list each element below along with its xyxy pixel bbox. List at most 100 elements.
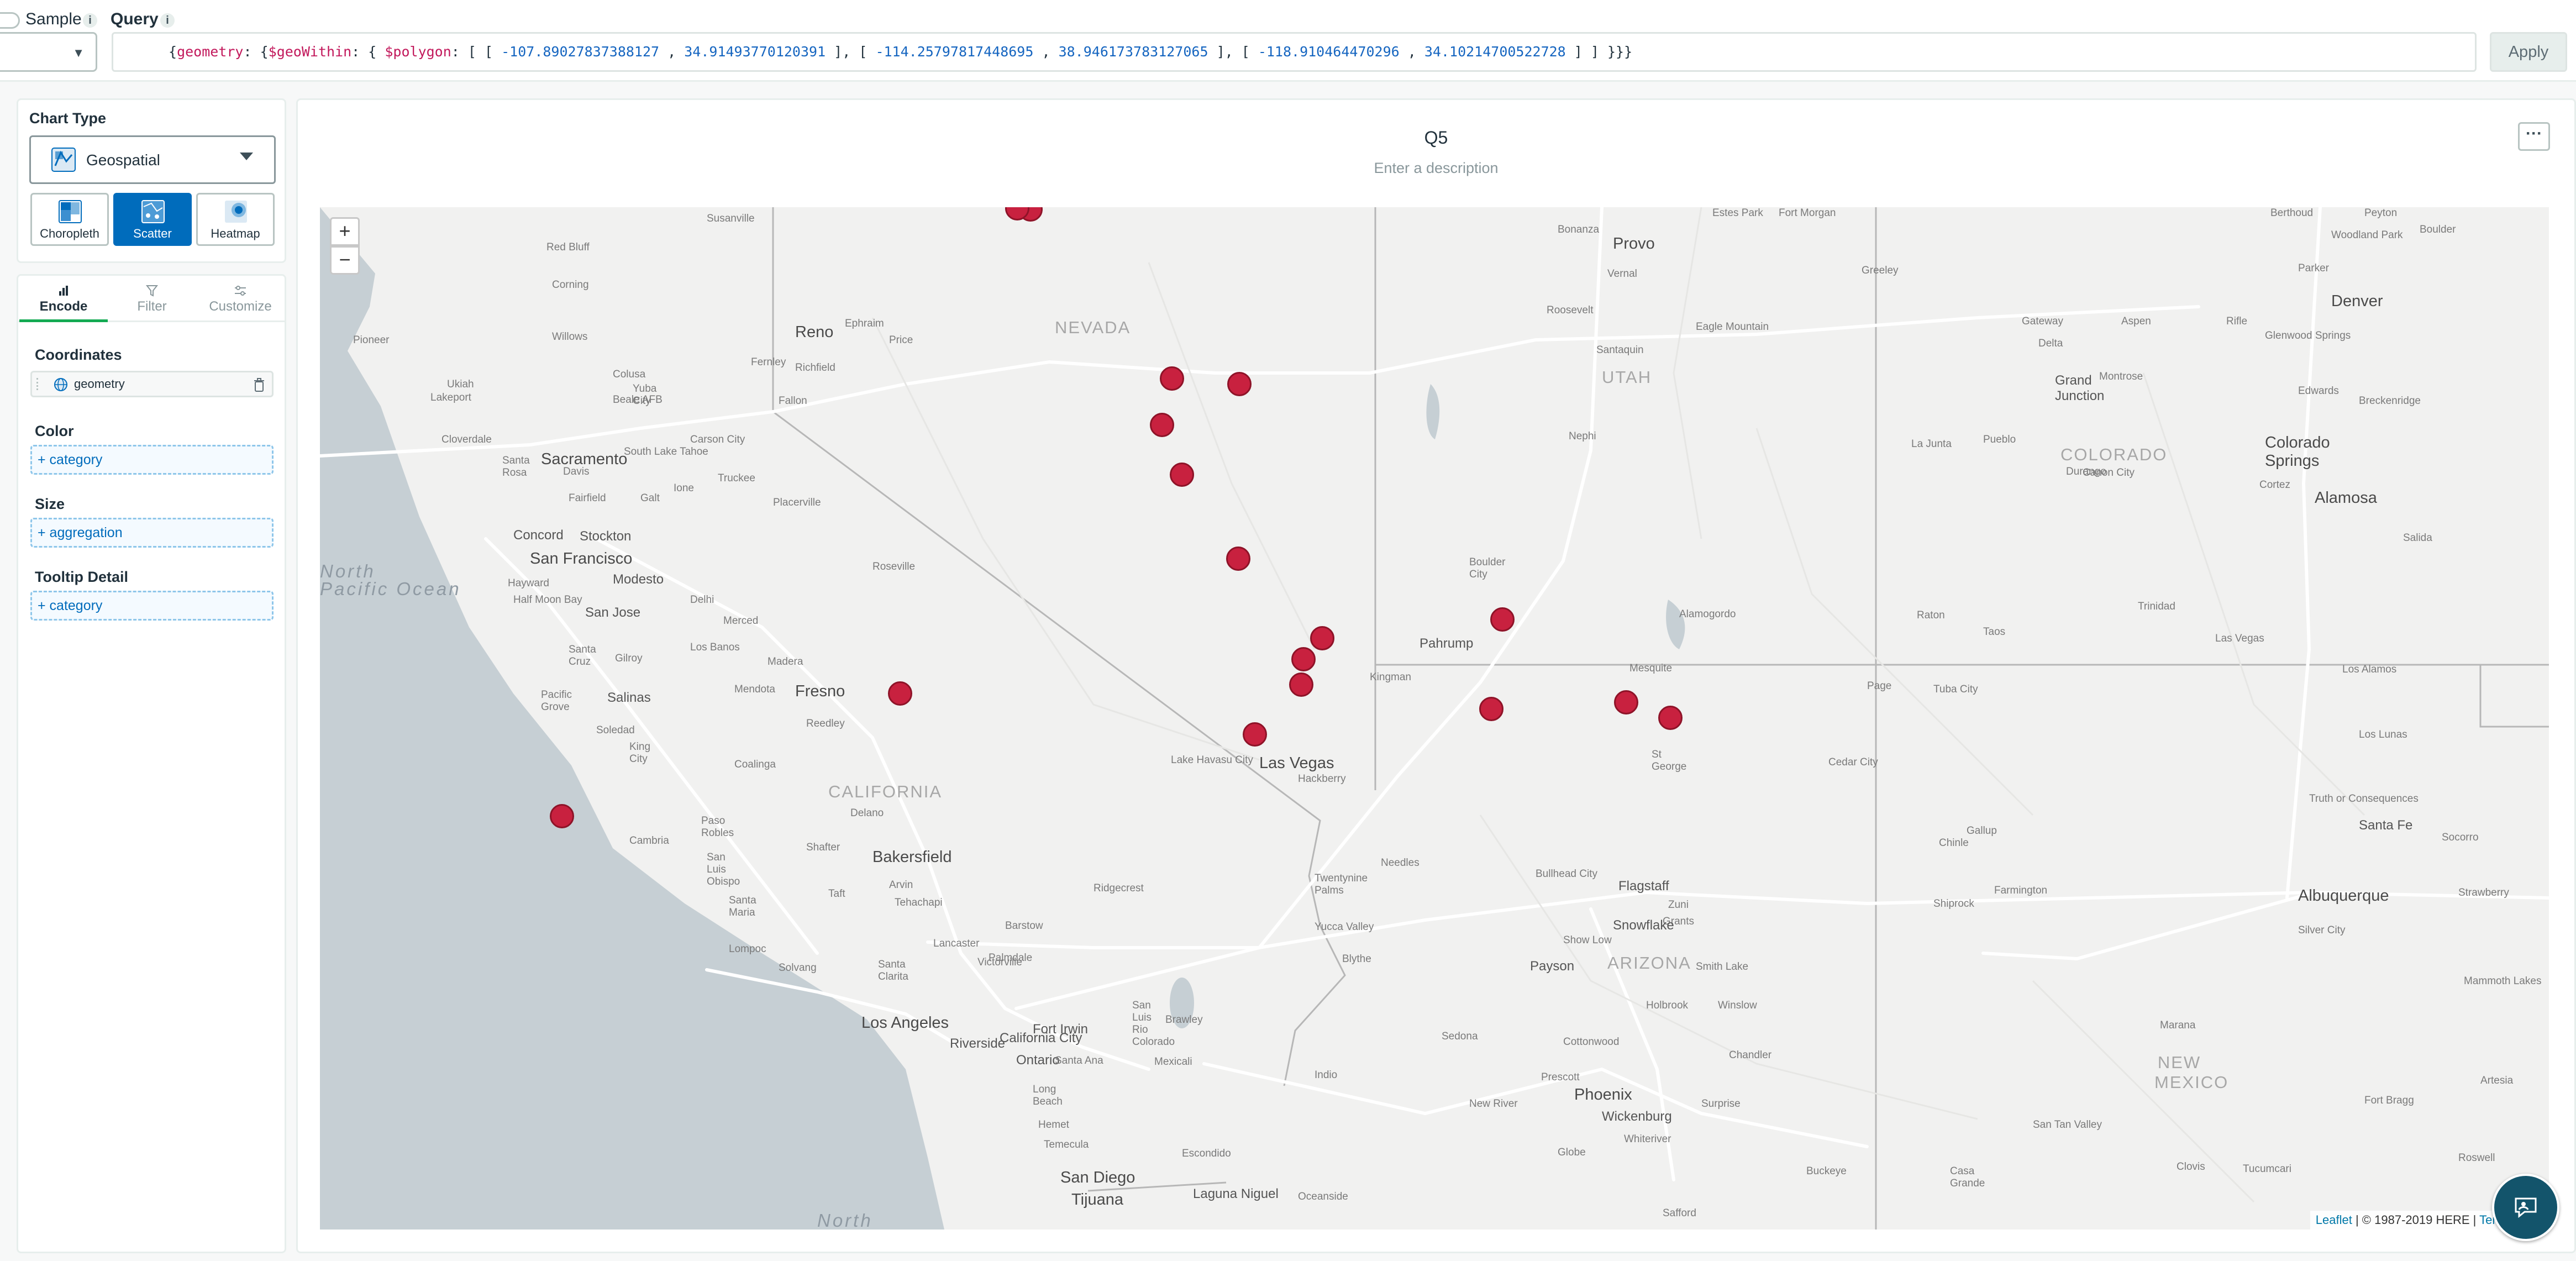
map-label-town: Santa Rosa [502,455,530,479]
map-marker[interactable] [1243,722,1267,747]
map-label-city: Colorado Springs [2265,434,2330,470]
map-label-town: Las Vegas [2215,633,2264,644]
map-label-town: Galt [640,492,660,504]
info-icon[interactable]: i [160,13,175,28]
subtype-choropleth-button[interactable]: Choropleth [30,193,109,246]
map-label-town: Brawley [1165,1014,1203,1026]
map-label-town: Glenwood Springs [2265,330,2351,341]
chart-type-title: Chart Type [29,110,107,127]
collection-select[interactable]: ▼ [0,32,97,72]
attribution-text: | © 1987-2019 HERE | [2352,1213,2480,1227]
map-label-town: Surprise [1701,1098,1741,1110]
map-label-town: Shiprock [1933,898,1974,910]
chart-menu-button[interactable]: ··· [2518,122,2550,151]
sample-toggle[interactable] [0,12,20,29]
map-label-town: Kingman [1370,671,1411,683]
tab-customize[interactable]: Customize [196,276,285,322]
map-label-town: Salinas [607,690,651,705]
chart-title[interactable]: Q5 [298,128,2574,148]
utah-lake [1426,384,1440,439]
size-drop-zone[interactable]: + aggregation [30,518,274,548]
map-marker[interactable] [1160,366,1184,391]
map-label-town: Concord [513,528,564,543]
map-label-town: Roosevelt [1547,304,1594,316]
tooltip-drop-zone[interactable]: + category [30,591,274,621]
map-marker[interactable] [1170,463,1194,487]
map-label-town: Sedona [1442,1031,1478,1042]
map-label-town: Cortez [2259,479,2290,491]
map-label-town: Davis [563,466,590,477]
map-label-town: Half Moon Bay [513,594,582,606]
map-label-town: Chinle [1939,837,1969,849]
apply-button[interactable]: Apply [2490,32,2567,72]
map-label-city: Grand Junction [2055,373,2105,403]
query-text: {geometry: {$geoWithin: { $polygon: [ [ … [169,44,1633,60]
chart-type-value: Geospatial [86,151,160,169]
map-label-town: Artesia [2480,1075,2514,1086]
map-label-town: Prescott [1541,1071,1580,1083]
tab-encode[interactable]: Encode [19,276,108,322]
map-label-town: Hemet [1038,1119,1069,1131]
ocean [320,207,944,1230]
chart-type-select[interactable]: Geospatial [29,135,276,184]
zoom-in-button[interactable]: + [330,217,360,246]
map-label-town: Carson City [690,434,745,445]
map-label-town: Indio [1315,1069,1338,1081]
map-label-town: Holbrook [1646,1000,1689,1011]
map-label-town: Taos [1983,626,2006,638]
map-marker[interactable] [1658,706,1683,730]
map-label-town: Corning [552,279,589,291]
map-marker[interactable] [1490,607,1515,632]
map-marker[interactable] [1310,626,1334,650]
map-marker[interactable] [550,804,574,828]
chat-icon [2515,1197,2537,1218]
map-label-town: Beale AFB [613,394,663,406]
map-label-water: Pacific Ocean [320,579,461,599]
subtype-label: Choropleth [40,227,99,240]
map-marker[interactable] [1226,547,1250,571]
map-label-town: Nephi [1569,430,1596,442]
map-label-town: Santa Maria [729,895,756,918]
subtype-scatter-button[interactable]: Scatter [113,193,192,246]
coordinates-field-pill[interactable]: geometry [30,371,274,397]
subtype-heatmap-button[interactable]: Heatmap [196,193,275,246]
map-marker[interactable] [1614,690,1638,714]
map-label-town: Lake Havasu City [1171,754,1253,766]
map-label-town: Willows [552,331,588,343]
leaflet-link[interactable]: Leaflet [2316,1213,2352,1227]
map-marker[interactable] [1150,413,1174,437]
map-label-town: Taft [828,888,845,900]
tab-filter[interactable]: Filter [108,276,196,322]
chat-support-button[interactable] [2492,1174,2559,1241]
map-label-town: Victorville [977,957,1022,968]
map-label-town: Ridgecrest [1094,882,1144,894]
map-view[interactable]: + − NEVADA UTAH COLORADO CALIFORNIA ARIZ… [320,207,2549,1230]
map-marker[interactable] [888,681,912,706]
tab-label: Encode [39,299,88,314]
map-marker[interactable] [1291,647,1316,671]
map-label-town: Cedar City [1828,756,1878,768]
map-label-town: Delta [2038,338,2063,349]
map-label-town: Socorro [2442,832,2479,843]
zoom-out-button[interactable]: − [330,246,360,275]
map-label-town: Colusa [613,369,646,380]
color-drop-zone[interactable]: + category [30,445,274,475]
map-label-town: Pacific Grove [541,689,572,713]
drag-handle-icon[interactable] [36,378,41,390]
query-input[interactable]: {geometry: {$geoWithin: { $polygon: [ [ … [112,32,2477,72]
info-icon[interactable]: i [83,13,97,28]
map-label-town: Shafter [806,842,840,853]
map-label-town: Cloverdale [441,434,492,445]
choropleth-icon [59,200,82,223]
map-label-town: Fort Morgan [1779,207,1836,219]
chart-description-input[interactable]: Enter a description [298,160,2574,177]
trash-icon[interactable] [253,378,265,392]
map-label-town: Clovis [2177,1161,2205,1173]
map-label-town: Roseville [872,561,916,572]
map-marker[interactable] [1289,672,1313,697]
map-label-town: San Luis Obispo [707,852,740,887]
map-marker[interactable] [1227,372,1252,396]
map-marker[interactable] [1479,697,1503,721]
map-label-town: Ukiah [447,379,474,390]
map-label-town: Riverside [950,1036,1006,1051]
